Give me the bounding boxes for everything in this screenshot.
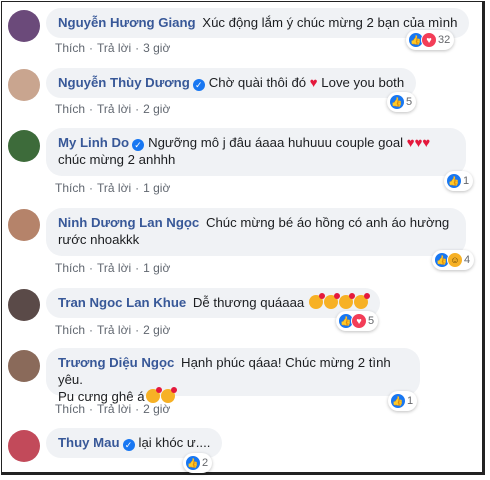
avatar[interactable]	[8, 209, 40, 241]
reply-link[interactable]: Trả lời	[97, 402, 131, 416]
verified-badge-icon: ✓	[122, 439, 135, 451]
commenter-name[interactable]: Nguyễn Thùy Dương	[58, 75, 190, 90]
like-link[interactable]: Thích	[55, 181, 85, 195]
like-icon: 👍	[390, 393, 406, 409]
verified-badge-icon: ✓	[192, 79, 205, 91]
like-link[interactable]: Thích	[55, 102, 85, 116]
comment-text-extra: Love you both	[321, 75, 405, 90]
reaction-count: 2	[202, 457, 209, 469]
like-link[interactable]: Thích	[55, 41, 85, 55]
timestamp[interactable]: 1 giờ	[143, 181, 170, 195]
like-link[interactable]: Thích	[55, 402, 85, 416]
comment-bubble: Trương Diệu Ngọc Hạnh phúc qáaa! Chúc mừ…	[46, 348, 420, 404]
comment-text: Chờ quài thôi đó	[208, 75, 307, 90]
reply-link[interactable]: Trả lời	[97, 181, 131, 195]
commenter-name[interactable]: Ninh Dương Lan Ngọc	[58, 215, 199, 230]
heart-eyes-emoji-icon	[160, 387, 177, 403]
like-icon: 👍	[389, 94, 405, 110]
reaction-summary[interactable]: 👍 2	[183, 453, 213, 473]
commenter-name[interactable]: Nguyễn Hương Giang	[58, 15, 196, 30]
reaction-count: 5	[368, 315, 375, 327]
comment-actions: Thích · Trả lời · 1 giờ	[55, 181, 171, 195]
comment-bubble: Nguyễn Thùy Dương ✓ Chờ quài thôi đó ♥ Lov…	[46, 68, 417, 98]
comment-text: Ngưỡng mô j đâu áaaa huhuuu couple goal	[148, 135, 404, 150]
comment-actions: Thích · Trả lời · 1 giờ	[55, 261, 171, 275]
timestamp[interactable]: 1 giờ	[143, 261, 170, 275]
love-icon: ♥	[351, 313, 367, 329]
avatar[interactable]	[8, 69, 40, 101]
reply-link[interactable]: Trả lời	[97, 261, 131, 275]
comment-actions: Thích · Trả lời · 2 giờ	[55, 102, 171, 116]
reaction-count: 4	[464, 254, 471, 266]
comment-bubble: My Linh Do ✓ Ngưỡng mô j đâu áaaa huhuuu c…	[46, 128, 466, 176]
hearts-emoji-icon: ♥♥♥	[403, 135, 431, 150]
verified-badge-icon: ✓	[132, 139, 145, 151]
reaction-summary[interactable]: 👍 1	[388, 391, 418, 411]
timestamp[interactable]: 3 giờ	[143, 41, 170, 55]
reaction-summary[interactable]: 👍 ☺ 4	[432, 250, 475, 270]
like-icon: 👍	[185, 455, 201, 471]
avatar[interactable]	[8, 289, 40, 321]
timestamp[interactable]: 2 giờ	[143, 323, 170, 337]
avatar[interactable]	[8, 10, 40, 42]
comment-text-line2: chúc mừng 2 anhhh	[58, 152, 176, 167]
commenter-name[interactable]: Tran Ngoc Lan Khue	[58, 295, 186, 310]
comment-bubble: Nguyễn Hương Giang Xúc động lắm ý chúc m…	[46, 8, 470, 38]
comment-text-line2: rước nhoakkk	[58, 232, 140, 247]
commenter-name[interactable]: Thuy Mau	[58, 435, 120, 450]
commenter-name[interactable]: Trương Diệu Ngọc	[58, 355, 174, 370]
comment-bubble: Tran Ngoc Lan Khue Dễ thương quáaaa	[46, 288, 380, 318]
comment-actions: Thích · Trả lời · 3 giờ	[55, 41, 171, 55]
timestamp[interactable]: 2 giờ	[143, 402, 170, 416]
reaction-count: 32	[438, 34, 451, 46]
commenter-name[interactable]: My Linh Do	[58, 135, 129, 150]
reply-link[interactable]: Trả lời	[97, 323, 131, 337]
reaction-summary[interactable]: 👍 ♥ 5	[336, 311, 379, 331]
reaction-count: 1	[463, 175, 470, 187]
comment-actions: Thích · Trả lời · 2 giờ	[55, 323, 171, 337]
reaction-count: 1	[407, 395, 414, 407]
like-link[interactable]: Thích	[55, 323, 85, 337]
timestamp[interactable]: 2 giờ	[143, 102, 170, 116]
reply-link[interactable]: Trả lời	[97, 102, 131, 116]
comment-bubble: Ninh Dương Lan Ngọc Chúc mừng bé áo hồng…	[46, 208, 466, 256]
reply-link[interactable]: Trả lời	[97, 41, 131, 55]
smiling-hearts-emoji-icon	[323, 293, 340, 309]
comments-panel: Nguyễn Hương Giang Xúc động lắm ý chúc m…	[1, 1, 485, 475]
avatar[interactable]	[8, 130, 40, 162]
avatar[interactable]	[8, 350, 40, 382]
comment-text: Dễ thương quáaaa	[192, 295, 305, 310]
reaction-summary[interactable]: 👍 5	[387, 92, 417, 112]
comment-text: Xúc động lắm ý chúc mừng 2 bạn của mình	[202, 15, 458, 30]
smiling-hearts-emoji-icon	[308, 293, 325, 309]
haha-icon: ☺	[447, 252, 463, 268]
love-icon: ♥	[421, 32, 437, 48]
comment-text: lại khóc ư....	[138, 435, 211, 450]
heart-emoji-icon: ♥	[306, 75, 322, 90]
reaction-summary[interactable]: 👍 1	[444, 171, 474, 191]
reaction-summary[interactable]: 👍 ♥ 32	[406, 30, 455, 50]
comment-actions: Thích · Trả lời · 2 giờ	[55, 402, 171, 416]
like-link[interactable]: Thích	[55, 261, 85, 275]
avatar[interactable]	[8, 430, 40, 462]
reaction-count: 5	[406, 96, 413, 108]
smiling-hearts-emoji-icon	[353, 293, 370, 309]
like-icon: 👍	[446, 173, 462, 189]
comment-text: Chúc mừng bé áo hồng có anh áo hường	[205, 215, 450, 230]
smiling-hearts-emoji-icon	[338, 293, 355, 309]
smiling-hearts-emoji-icon	[145, 387, 162, 403]
